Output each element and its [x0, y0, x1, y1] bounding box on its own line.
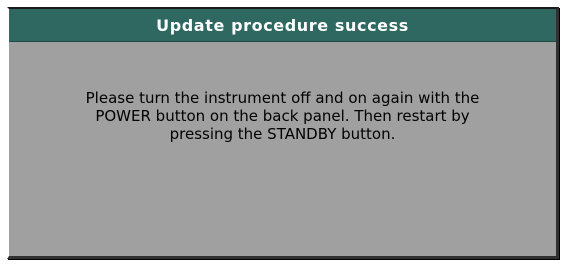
- message-line: POWER button on the back panel. Then res…: [95, 107, 470, 125]
- dialog-message: Please turn the instrument off and on ag…: [27, 89, 538, 143]
- message-line: pressing the STANDBY button.: [169, 125, 396, 143]
- dialog-title-bar: Update procedure success: [9, 9, 556, 42]
- message-line: Please turn the instrument off and on ag…: [85, 89, 480, 107]
- dialog-title: Update procedure success: [156, 16, 409, 35]
- update-success-dialog: Update procedure success Please turn the…: [7, 7, 559, 259]
